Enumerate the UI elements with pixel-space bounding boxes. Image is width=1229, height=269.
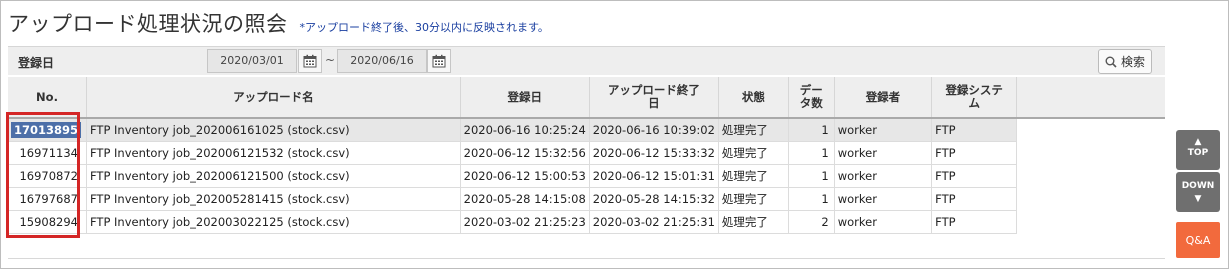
- column-header-upload-name[interactable]: アップロード名: [86, 77, 461, 119]
- cell-end-date: 2020-06-12 15:33:32: [589, 141, 719, 165]
- page-note: *アップロード終了後、30分以内に反映されます。: [299, 21, 549, 34]
- arrow-down-icon: ▼: [1194, 194, 1202, 204]
- title-row: アップロード処理状況の照会 *アップロード終了後、30分以内に反映されます。: [8, 8, 549, 36]
- date-from-input[interactable]: 2020/03/01: [207, 49, 297, 73]
- cell-filler: [1017, 210, 1165, 233]
- upload-table-container: No. アップロード名 登録日 アップロード終了日 状態 デー タ数 登録者 登録…: [8, 77, 1165, 259]
- scroll-top-label: TOP: [1187, 148, 1209, 158]
- scroll-down-button[interactable]: DOWN ▼: [1176, 172, 1220, 212]
- cell-registrant: worker: [834, 210, 933, 234]
- cell-upload-name: FTP Inventory job_202005281415 (stock.cs…: [86, 187, 461, 211]
- cell-registered-date: 2020-06-16 10:25:24: [460, 118, 590, 142]
- cell-data-count: 1: [788, 118, 835, 142]
- cell-upload-name: FTP Inventory job_202003022125 (stock.cs…: [86, 210, 461, 234]
- column-header-end-date-line1: アップロード終了: [607, 83, 700, 97]
- cell-system: FTP: [931, 164, 1018, 188]
- cell-registrant: worker: [834, 141, 933, 165]
- cell-system: FTP: [931, 141, 1018, 165]
- calendar-icon: [303, 54, 317, 68]
- cell-status: 処理完了: [718, 118, 789, 142]
- calendar-icon: [432, 54, 446, 68]
- scroll-down-label: DOWN: [1181, 181, 1215, 191]
- qa-button[interactable]: Q&A: [1176, 222, 1220, 258]
- column-header-end-date-line2: 日: [648, 96, 660, 110]
- cell-end-date: 2020-06-12 15:01:31: [589, 164, 719, 188]
- table-row[interactable]: 16797687 FTP Inventory job_202005281415 …: [8, 187, 1165, 211]
- cell-status: 処理完了: [718, 164, 789, 188]
- cell-end-date: 2020-03-02 21:25:31: [589, 210, 719, 234]
- column-header-system-line1: 登録システ: [945, 83, 1003, 97]
- cell-data-count: 1: [788, 187, 835, 211]
- search-icon: [1105, 56, 1117, 68]
- search-button-label: 検索: [1120, 55, 1145, 69]
- cell-status: 処理完了: [718, 187, 789, 211]
- cell-data-count: 1: [788, 164, 835, 188]
- filter-bar: 登録日 2020/03/01 ~ 2020/06/16 検索: [8, 46, 1165, 75]
- column-header-status[interactable]: 状態: [718, 77, 789, 119]
- date-to-input[interactable]: 2020/06/16: [337, 49, 427, 73]
- cell-system: FTP: [931, 210, 1018, 234]
- column-header-filler: [1016, 77, 1165, 119]
- cell-data-count: 2: [788, 210, 835, 234]
- arrow-up-icon: ▲: [1194, 137, 1202, 147]
- highlight-annotation-box: [6, 112, 80, 238]
- date-to-calendar-button[interactable]: [427, 49, 451, 73]
- cell-upload-name: FTP Inventory job_202006161025 (stock.cs…: [86, 118, 461, 142]
- column-header-registrant[interactable]: 登録者: [834, 77, 933, 119]
- column-header-data-count[interactable]: デー タ数: [788, 77, 835, 119]
- cell-registered-date: 2020-03-02 21:25:23: [460, 210, 590, 234]
- upload-table: No. アップロード名 登録日 アップロード終了日 状態 デー タ数 登録者 登録…: [8, 77, 1165, 234]
- column-header-registered-date[interactable]: 登録日: [460, 77, 590, 119]
- cell-status: 処理完了: [718, 141, 789, 165]
- cell-registrant: worker: [834, 164, 933, 188]
- cell-upload-name: FTP Inventory job_202006121532 (stock.cs…: [86, 141, 461, 165]
- cell-registered-date: 2020-06-12 15:00:53: [460, 164, 590, 188]
- cell-registered-date: 2020-06-12 15:32:56: [460, 141, 590, 165]
- date-from-calendar-button[interactable]: [298, 49, 322, 73]
- table-row[interactable]: 15908294 FTP Inventory job_202003022125 …: [8, 210, 1165, 234]
- cell-filler: [1017, 141, 1165, 164]
- column-header-system[interactable]: 登録システム: [931, 77, 1018, 119]
- cell-data-count: 1: [788, 141, 835, 165]
- cell-registrant: worker: [834, 118, 933, 142]
- search-button[interactable]: 検索: [1098, 49, 1152, 74]
- cell-upload-name: FTP Inventory job_202006121500 (stock.cs…: [86, 164, 461, 188]
- date-range-separator: ~: [325, 53, 336, 67]
- table-row[interactable]: 16971134 FTP Inventory job_202006121532 …: [8, 141, 1165, 165]
- cell-filler: [1016, 118, 1165, 141]
- column-header-data-count-line2: タ数: [799, 96, 823, 110]
- table-row[interactable]: 16970872 FTP Inventory job_202006121500 …: [8, 164, 1165, 188]
- scroll-top-button[interactable]: ▲ TOP: [1176, 130, 1220, 170]
- cell-system: FTP: [931, 187, 1018, 211]
- cell-system: FTP: [931, 118, 1018, 142]
- cell-end-date: 2020-06-16 10:39:02: [589, 118, 719, 142]
- cell-registrant: worker: [834, 187, 933, 211]
- cell-filler: [1017, 164, 1165, 187]
- cell-filler: [1017, 187, 1165, 210]
- table-row[interactable]: 17013895 FTP Inventory job_202006161025 …: [8, 118, 1165, 142]
- column-header-system-line2: ム: [968, 96, 980, 110]
- cell-status: 処理完了: [718, 210, 789, 234]
- filter-label: 登録日: [18, 56, 55, 70]
- table-header-row: No. アップロード名 登録日 アップロード終了日 状態 デー タ数 登録者 登録…: [8, 77, 1165, 119]
- column-header-data-count-line1: デー: [799, 83, 823, 97]
- page-title: アップロード処理状況の照会: [8, 12, 288, 36]
- column-header-end-date[interactable]: アップロード終了日: [589, 77, 719, 119]
- cell-registered-date: 2020-05-28 14:15:08: [460, 187, 590, 211]
- cell-end-date: 2020-05-28 14:15:32: [589, 187, 719, 211]
